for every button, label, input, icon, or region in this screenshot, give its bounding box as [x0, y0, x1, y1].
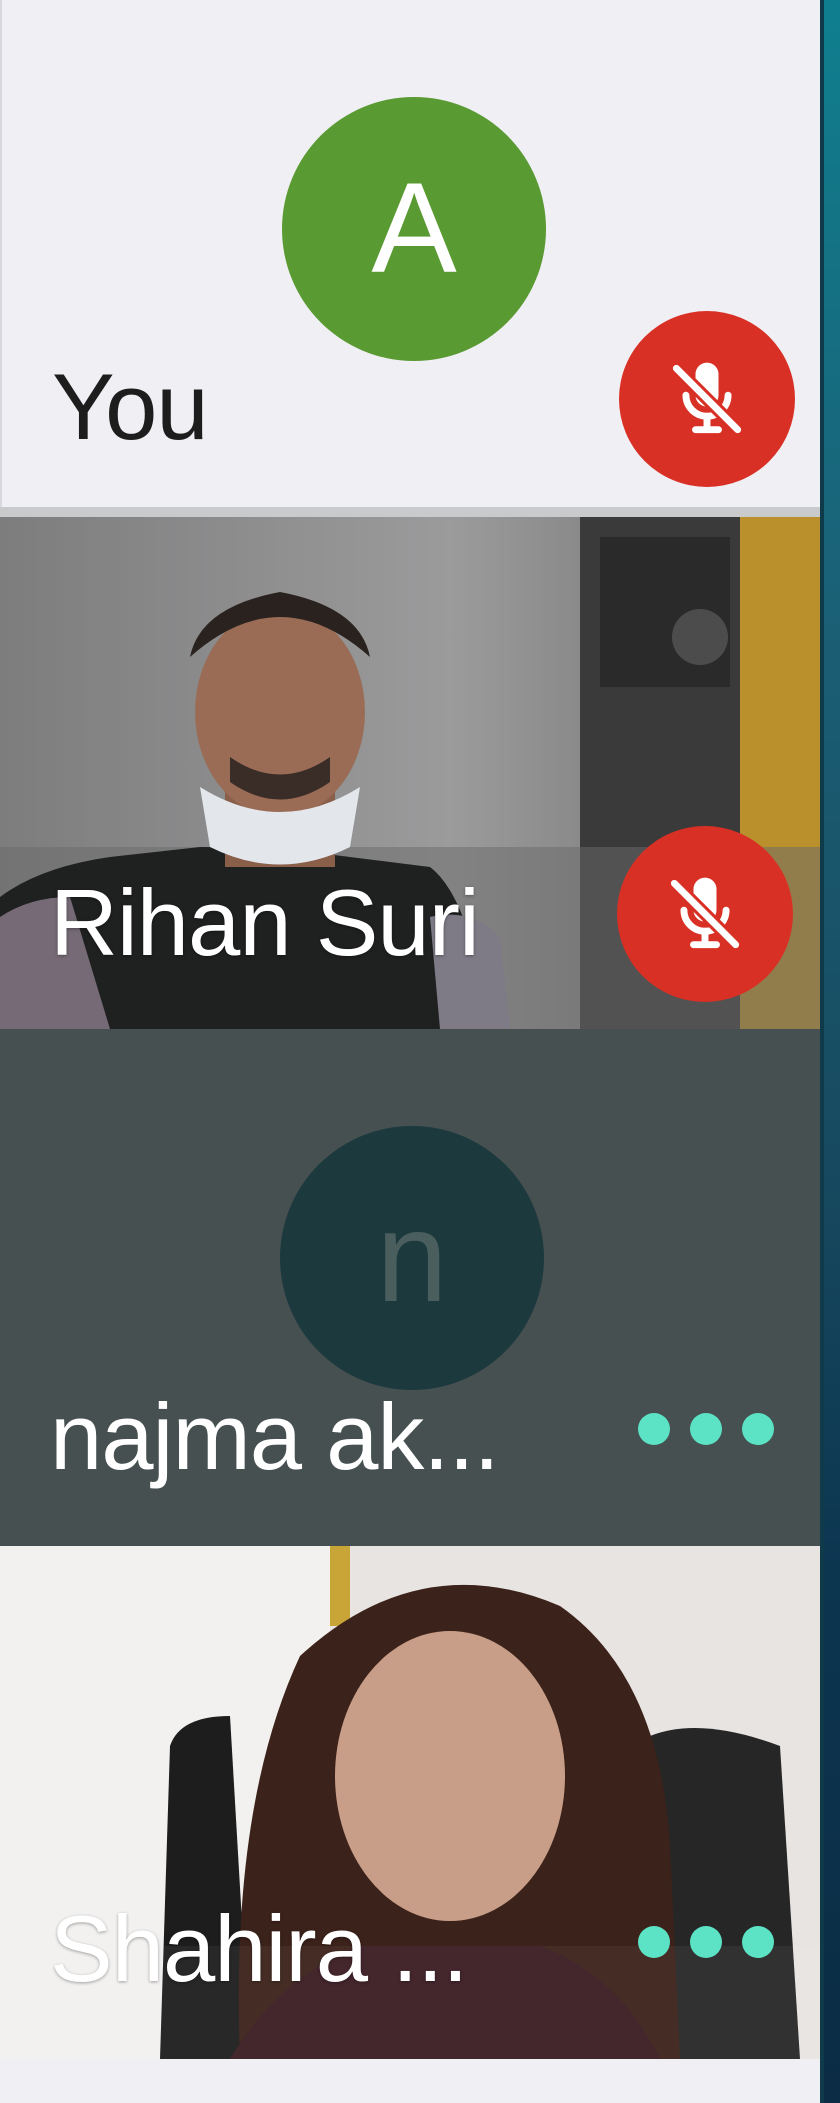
participant-tile-shahira[interactable]: Shahira ... — [0, 1546, 820, 2059]
participant-name: najma ak... — [50, 1384, 500, 1489]
participant-name: Rihan Suri — [50, 870, 480, 975]
bottom-bar — [0, 2059, 820, 2103]
dot — [690, 1926, 722, 1958]
mic-off-icon — [619, 311, 795, 487]
dot — [638, 1413, 670, 1445]
participant-tile-najma[interactable]: n najma ak... — [0, 1029, 820, 1546]
participant-name: You — [52, 354, 209, 459]
participant-name: Shahira ... — [50, 1896, 468, 2001]
avatar: n — [280, 1126, 544, 1390]
dot — [690, 1413, 722, 1445]
mic-off-icon — [617, 826, 793, 1002]
avatar-letter: A — [371, 157, 457, 300]
more-dots-icon[interactable] — [638, 1413, 774, 1445]
avatar: A — [282, 97, 546, 361]
dot — [638, 1926, 670, 1958]
tile-divider — [0, 507, 820, 517]
avatar-letter: n — [376, 1186, 448, 1329]
more-dots-icon[interactable] — [638, 1926, 774, 1958]
dot — [742, 1926, 774, 1958]
background-strip-edge — [820, 0, 824, 2103]
participant-tile-you[interactable]: A You — [0, 0, 820, 507]
participant-tile-rihan-suri[interactable]: Rihan Suri — [0, 517, 820, 1029]
dot — [742, 1413, 774, 1445]
